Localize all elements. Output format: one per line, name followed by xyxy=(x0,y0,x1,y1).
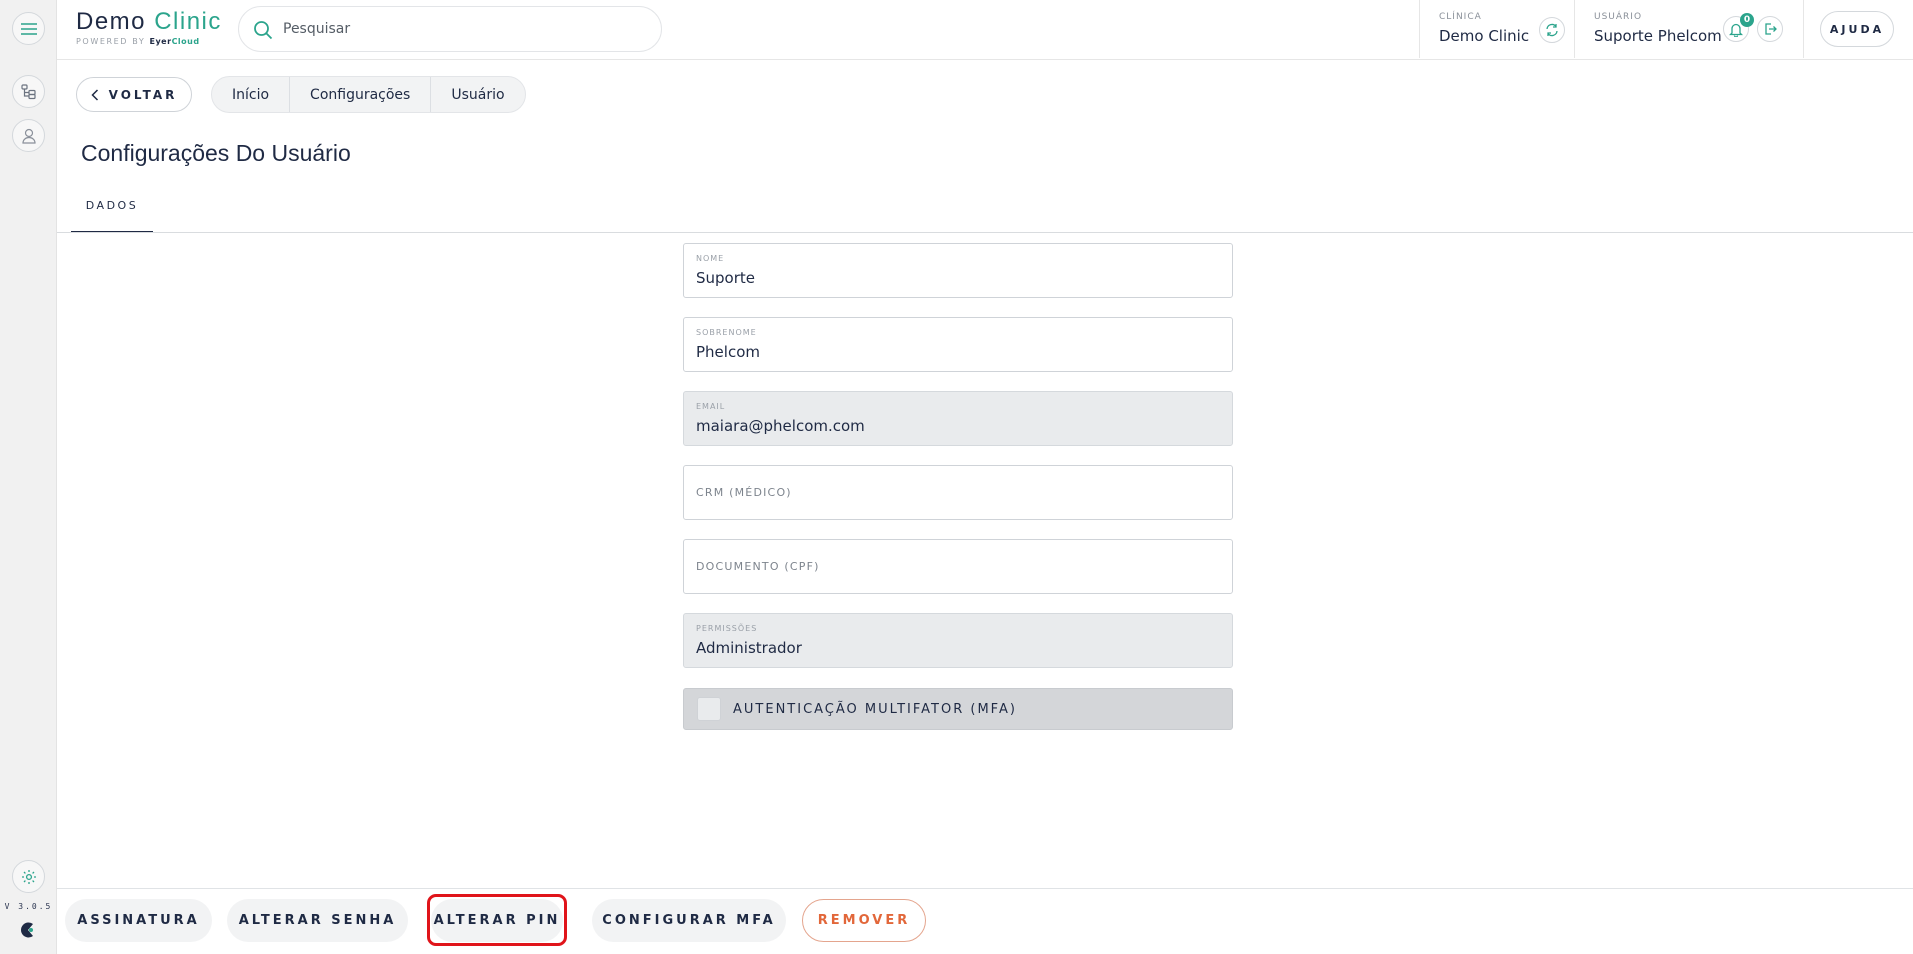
eyercloud-logo-icon xyxy=(21,922,33,938)
alterar-senha-button[interactable]: ALTERAR SENHA xyxy=(227,899,408,942)
configurar-mfa-button[interactable]: CONFIGURAR MFA xyxy=(592,899,786,942)
tree-nav-button[interactable] xyxy=(12,75,45,108)
top-header: Demo Clinic POWERED BY EyerCloud CLÍNICA… xyxy=(57,0,1913,60)
mfa-toggle: AUTENTICAÇÃO MULTIFATOR (MFA) xyxy=(683,688,1233,730)
search-box xyxy=(238,6,662,52)
mfa-checkbox xyxy=(697,697,721,721)
app-version: V 3.0.5 xyxy=(4,902,53,911)
clinic-selector[interactable]: CLÍNICA Demo Clinic xyxy=(1439,12,1529,45)
user-icon xyxy=(21,128,36,144)
hamburger-icon xyxy=(20,22,37,35)
powered-by: POWERED BY EyerCloud xyxy=(76,37,200,46)
mfa-label: AUTENTICAÇÃO MULTIFATOR (MFA) xyxy=(733,701,1017,717)
breadcrumb: Início Configurações Usuário xyxy=(211,76,526,113)
brand-logo[interactable]: Demo Clinic POWERED BY EyerCloud xyxy=(76,8,222,46)
patients-button[interactable] xyxy=(12,119,45,152)
clinic-label: CLÍNICA xyxy=(1439,12,1482,22)
permissoes-label: PERMISSÕES xyxy=(696,624,758,633)
documento-placeholder: DOCUMENTO (CPF) xyxy=(696,560,820,573)
documento-cpf-field[interactable]: DOCUMENTO (CPF) xyxy=(683,539,1233,594)
page-title: Configurações Do Usuário xyxy=(81,140,351,166)
remover-button[interactable]: REMOVER xyxy=(802,899,926,942)
help-button[interactable]: AJUDA xyxy=(1820,11,1894,47)
notification-count-badge: 0 xyxy=(1740,13,1754,27)
sobrenome-label: SOBRENOME xyxy=(696,328,757,337)
header-divider xyxy=(1574,0,1575,58)
logout-button[interactable] xyxy=(1757,16,1783,42)
left-rail: V 3.0.5 xyxy=(0,0,57,954)
switch-clinic-button[interactable] xyxy=(1539,17,1565,43)
user-info[interactable]: USUÁRIO Suporte Phelcom xyxy=(1594,12,1722,45)
nome-label: NOME xyxy=(696,254,725,263)
crm-placeholder: CRM (MÉDICO) xyxy=(696,486,792,499)
email-label: EMAIL xyxy=(696,402,726,411)
gear-icon xyxy=(21,869,36,884)
header-divider xyxy=(1803,0,1804,58)
breadcrumb-usuario[interactable]: Usuário xyxy=(431,77,524,112)
logout-icon xyxy=(1765,23,1777,35)
hierarchy-icon xyxy=(20,83,36,99)
clinic-name: Demo Clinic xyxy=(1439,27,1530,45)
sobrenome-field[interactable]: SOBRENOME Phelcom xyxy=(683,317,1233,372)
tabs-divider xyxy=(57,232,1913,233)
permissoes-field: PERMISSÕES Administrador xyxy=(683,613,1233,668)
brand-title: Demo Clinic xyxy=(76,8,222,35)
action-bar-divider xyxy=(57,888,1913,889)
highlight-box xyxy=(427,894,567,946)
search-icon xyxy=(254,21,273,40)
chevron-left-icon xyxy=(91,88,98,101)
breadcrumb-configuracoes[interactable]: Configurações xyxy=(290,77,432,112)
user-label: USUÁRIO xyxy=(1594,12,1643,22)
header-divider xyxy=(1419,0,1420,58)
settings-button[interactable] xyxy=(12,860,45,893)
assinatura-button[interactable]: ASSINATURA xyxy=(65,899,212,942)
nome-field[interactable]: NOME Suporte xyxy=(683,243,1233,298)
nome-value: Suporte xyxy=(696,269,756,287)
permissoes-value: Administrador xyxy=(696,639,802,657)
back-label: VOLTAR xyxy=(108,87,178,102)
refresh-icon xyxy=(1546,23,1558,37)
tab-dados[interactable]: DADOS xyxy=(71,196,153,233)
app-root: V 3.0.5 Demo Clinic POWERED BY EyerCloud… xyxy=(0,0,1913,954)
email-field: EMAIL maiara@phelcom.com xyxy=(683,391,1233,446)
breadcrumb-inicio[interactable]: Início xyxy=(212,77,291,112)
user-name: Suporte Phelcom xyxy=(1594,27,1722,45)
back-button[interactable]: VOLTAR xyxy=(76,77,192,112)
menu-button[interactable] xyxy=(12,12,45,45)
email-value: maiara@phelcom.com xyxy=(696,417,865,435)
crm-field[interactable]: CRM (MÉDICO) xyxy=(683,465,1233,520)
sobrenome-value: Phelcom xyxy=(696,343,760,361)
search-input[interactable] xyxy=(283,16,643,42)
